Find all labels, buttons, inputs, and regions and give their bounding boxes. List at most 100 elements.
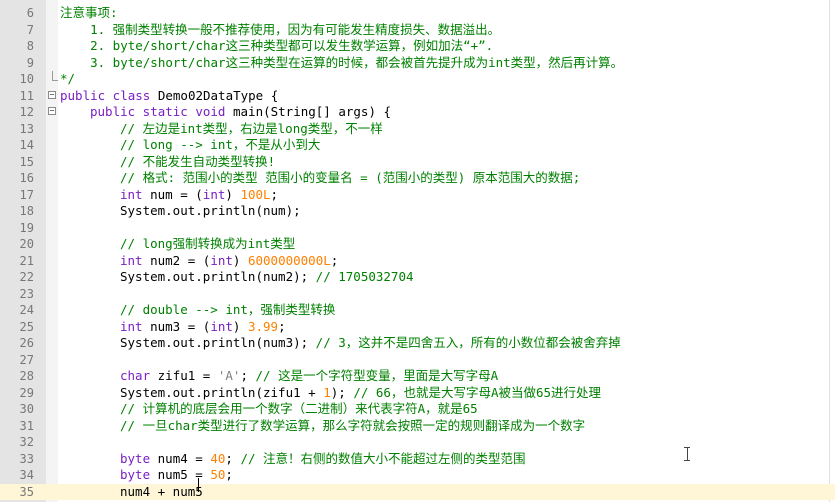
code-text: System.out.println(num2); // 1705032704 bbox=[60, 269, 414, 286]
code-text: 3. byte/short/char这三种类型在运算的时候，都会被首先提升成为i… bbox=[60, 55, 623, 72]
code-line[interactable]: 25 int num3 = (int) 3.99; bbox=[0, 319, 835, 336]
code-token: byte bbox=[120, 450, 158, 466]
code-token: // 注意！右侧的数值大小不能超过左侧的类型范围 bbox=[240, 450, 526, 466]
code-line[interactable]: 8 2. byte/short/char这三种类型都可以发生数学运算，例如加法“… bbox=[0, 38, 835, 55]
code-text: byte num4 = 40; // 注意！右侧的数值大小不能超过左侧的类型范围 bbox=[60, 451, 526, 468]
code-token: System.out.println(num3); bbox=[120, 335, 316, 350]
code-token: // 3，这并不是四舍五入，所有的小数位都会被舍弃掉 bbox=[315, 335, 621, 350]
code-token: System.out.println(zifu1 + bbox=[120, 384, 324, 400]
code-lines: 6 注意事项: 7 1. 强制类型转换一般不推荐使用，因为有可能发生精度损失、数据溢… bbox=[0, 5, 835, 500]
code-text: // 不能发生自动类型转换! bbox=[60, 154, 275, 171]
code-token: ; bbox=[240, 368, 256, 383]
code-editor[interactable]: 6 注意事项: 7 1. 强制类型转换一般不推荐使用，因为有可能发生精度损失、数据溢… bbox=[0, 0, 835, 502]
code-line[interactable]: 16 // 格式: 范围小的类型 范围小的变量名 = (范围小的类型) 原本范围大… bbox=[0, 170, 835, 187]
line-number: 33 bbox=[19, 451, 34, 466]
code-line[interactable]: 17 int num = (int) 100L; bbox=[0, 187, 835, 204]
line-number: 28 bbox=[19, 369, 34, 383]
code-token: 3. byte/short/char这三种类型在运算的时候，都会被首先提升成为i… bbox=[60, 54, 624, 70]
code-line[interactable]: 21 int num2 = (int) 6000000000L; bbox=[0, 253, 835, 270]
code-line[interactable]: 11 − public class Demo02DataType { bbox=[0, 88, 835, 105]
code-text: char zifu1 = 'A'; // 这是一个字符型变量，里面是大写字母A bbox=[60, 368, 498, 385]
code-token: ; bbox=[330, 252, 339, 268]
line-number: 30 bbox=[19, 402, 34, 416]
code-line[interactable]: 30 // 计算机的底层会用一个数字（二进制）来代表字符A，就是65 bbox=[0, 401, 835, 418]
code-line[interactable]: 9 3. byte/short/char这三种类型在运算的时候，都会被首先提升成… bbox=[0, 55, 835, 72]
code-token: ; bbox=[278, 318, 286, 334]
code-token: // 不能发生自动类型转换! bbox=[120, 153, 276, 169]
line-number: 21 bbox=[19, 253, 34, 268]
code-text: byte num5 = 50; bbox=[60, 467, 233, 484]
code-token: int bbox=[120, 318, 151, 334]
code-line[interactable]: 13 // 左边是int类型，右边是long类型，不一样 bbox=[0, 121, 835, 138]
code-token: // double --> int，强制类型转换 bbox=[120, 302, 336, 317]
code-line[interactable]: 12− public static void main(String[] args… bbox=[0, 104, 835, 121]
code-text: // 左边是int类型，右边是long类型，不一样 bbox=[60, 121, 383, 138]
code-line[interactable]: 18 System.out.println(num); bbox=[0, 203, 835, 220]
code-token: public class bbox=[60, 87, 158, 103]
line-number: 23 bbox=[19, 286, 34, 301]
line-number: 22 bbox=[19, 270, 34, 284]
code-token: 注意事项: bbox=[60, 5, 118, 20]
code-text: public class Demo02DataType { bbox=[60, 88, 278, 105]
code-token: char bbox=[120, 368, 158, 383]
code-token: */ bbox=[60, 71, 76, 86]
code-token: // 格式: 范围小的类型 范围小的变量名 = (范围小的类型) 原本范围大的数… bbox=[120, 170, 581, 185]
code-token: // 这是一个字符型变量，里面是大写字母A bbox=[255, 368, 499, 383]
code-line[interactable]: 28 char zifu1 = 'A'; // 这是一个字符型变量，里面是大写字母… bbox=[0, 368, 835, 385]
line-number: 35 bbox=[19, 484, 34, 499]
code-text: System.out.println(num); bbox=[60, 203, 301, 220]
code-token: // long --> int，不是从小到大 bbox=[120, 137, 321, 152]
code-token: // 1705032704 bbox=[315, 269, 414, 284]
line-number: 6 bbox=[26, 6, 34, 20]
code-token: 2. byte/short/char这三种类型都可以发生数学运算，例如加法“+”… bbox=[60, 38, 494, 53]
line-number: 7 bbox=[26, 22, 34, 37]
code-line[interactable]: 20 // long强制转换成为int类型 bbox=[0, 236, 835, 253]
code-line[interactable]: 22 System.out.println(num2); // 170503270… bbox=[0, 269, 835, 286]
code-text: System.out.println(zifu1 + 1); // 66，也就是… bbox=[60, 385, 601, 402]
code-token: num3 = ( bbox=[150, 318, 211, 334]
code-line[interactable]: 33 byte num4 = 40; // 注意！右侧的数值大小不能超过左侧的类型… bbox=[0, 451, 835, 468]
code-token: 50 bbox=[210, 467, 226, 482]
code-line[interactable]: 19 bbox=[0, 220, 835, 237]
code-token: System.out.println(num); bbox=[120, 203, 301, 218]
fold-end-icon bbox=[52, 71, 58, 81]
code-token: 3.99 bbox=[247, 318, 279, 334]
fold-toggle-icon[interactable]: − bbox=[48, 90, 56, 99]
code-token: zifu1 = bbox=[157, 368, 218, 383]
code-token: int bbox=[210, 252, 233, 268]
code-line[interactable]: 31 // 一旦char类型进行了数学运算，那么字符就会按照一定的规则翻译成为一个… bbox=[0, 418, 835, 435]
code-token: ; bbox=[225, 467, 233, 482]
line-number: 16 bbox=[19, 171, 34, 185]
code-line[interactable]: 14 // long --> int，不是从小到大 bbox=[0, 137, 835, 154]
code-line[interactable]: 15 // 不能发生自动类型转换! bbox=[0, 154, 835, 171]
fold-toggle-icon[interactable]: − bbox=[48, 107, 56, 115]
code-token: ); bbox=[330, 384, 354, 400]
code-text: // 一旦char类型进行了数学运算，那么字符就会按照一定的规则翻译成为一个数字 bbox=[60, 418, 585, 435]
code-line[interactable]: 7 1. 强制类型转换一般不推荐使用，因为有可能发生精度损失、数据溢出。 bbox=[0, 22, 835, 39]
code-line[interactable]: 6 注意事项: bbox=[0, 5, 835, 22]
line-number: 11 bbox=[19, 88, 34, 103]
code-token: ; bbox=[270, 186, 279, 202]
code-text: int num2 = (int) 6000000000L; bbox=[60, 253, 338, 270]
code-line[interactable]: 24 // double --> int，强制类型转换 bbox=[0, 302, 835, 319]
code-line[interactable]: 23 bbox=[0, 286, 835, 303]
code-token: // 左边是int类型，右边是long类型，不一样 bbox=[120, 120, 383, 136]
code-token: public static void bbox=[90, 104, 233, 119]
line-number: 14 bbox=[19, 138, 34, 152]
line-number: 26 bbox=[19, 336, 34, 350]
code-token: int bbox=[210, 318, 233, 334]
code-token: ; bbox=[225, 450, 241, 466]
code-line[interactable]: 29 System.out.println(zifu1 + 1); // 66，也… bbox=[0, 385, 835, 402]
code-line[interactable]: 32 bbox=[0, 434, 835, 451]
code-line[interactable]: 34 byte num5 = 50; bbox=[0, 467, 835, 484]
code-token: byte bbox=[120, 467, 158, 482]
code-line[interactable]: 10 */ bbox=[0, 71, 835, 88]
code-text: System.out.println(num3); // 3，这并不是四舍五入，… bbox=[60, 335, 621, 352]
code-line[interactable]: 26 System.out.println(num3); // 3，这并不是四舍五… bbox=[0, 335, 835, 352]
line-number: 18 bbox=[19, 204, 34, 218]
line-number: 17 bbox=[19, 187, 34, 202]
line-number: 8 bbox=[26, 39, 34, 53]
code-line[interactable]: 35 num4 + num5 bbox=[0, 483, 835, 500]
code-line[interactable]: 27 bbox=[0, 352, 835, 369]
line-number: 19 bbox=[19, 220, 34, 235]
